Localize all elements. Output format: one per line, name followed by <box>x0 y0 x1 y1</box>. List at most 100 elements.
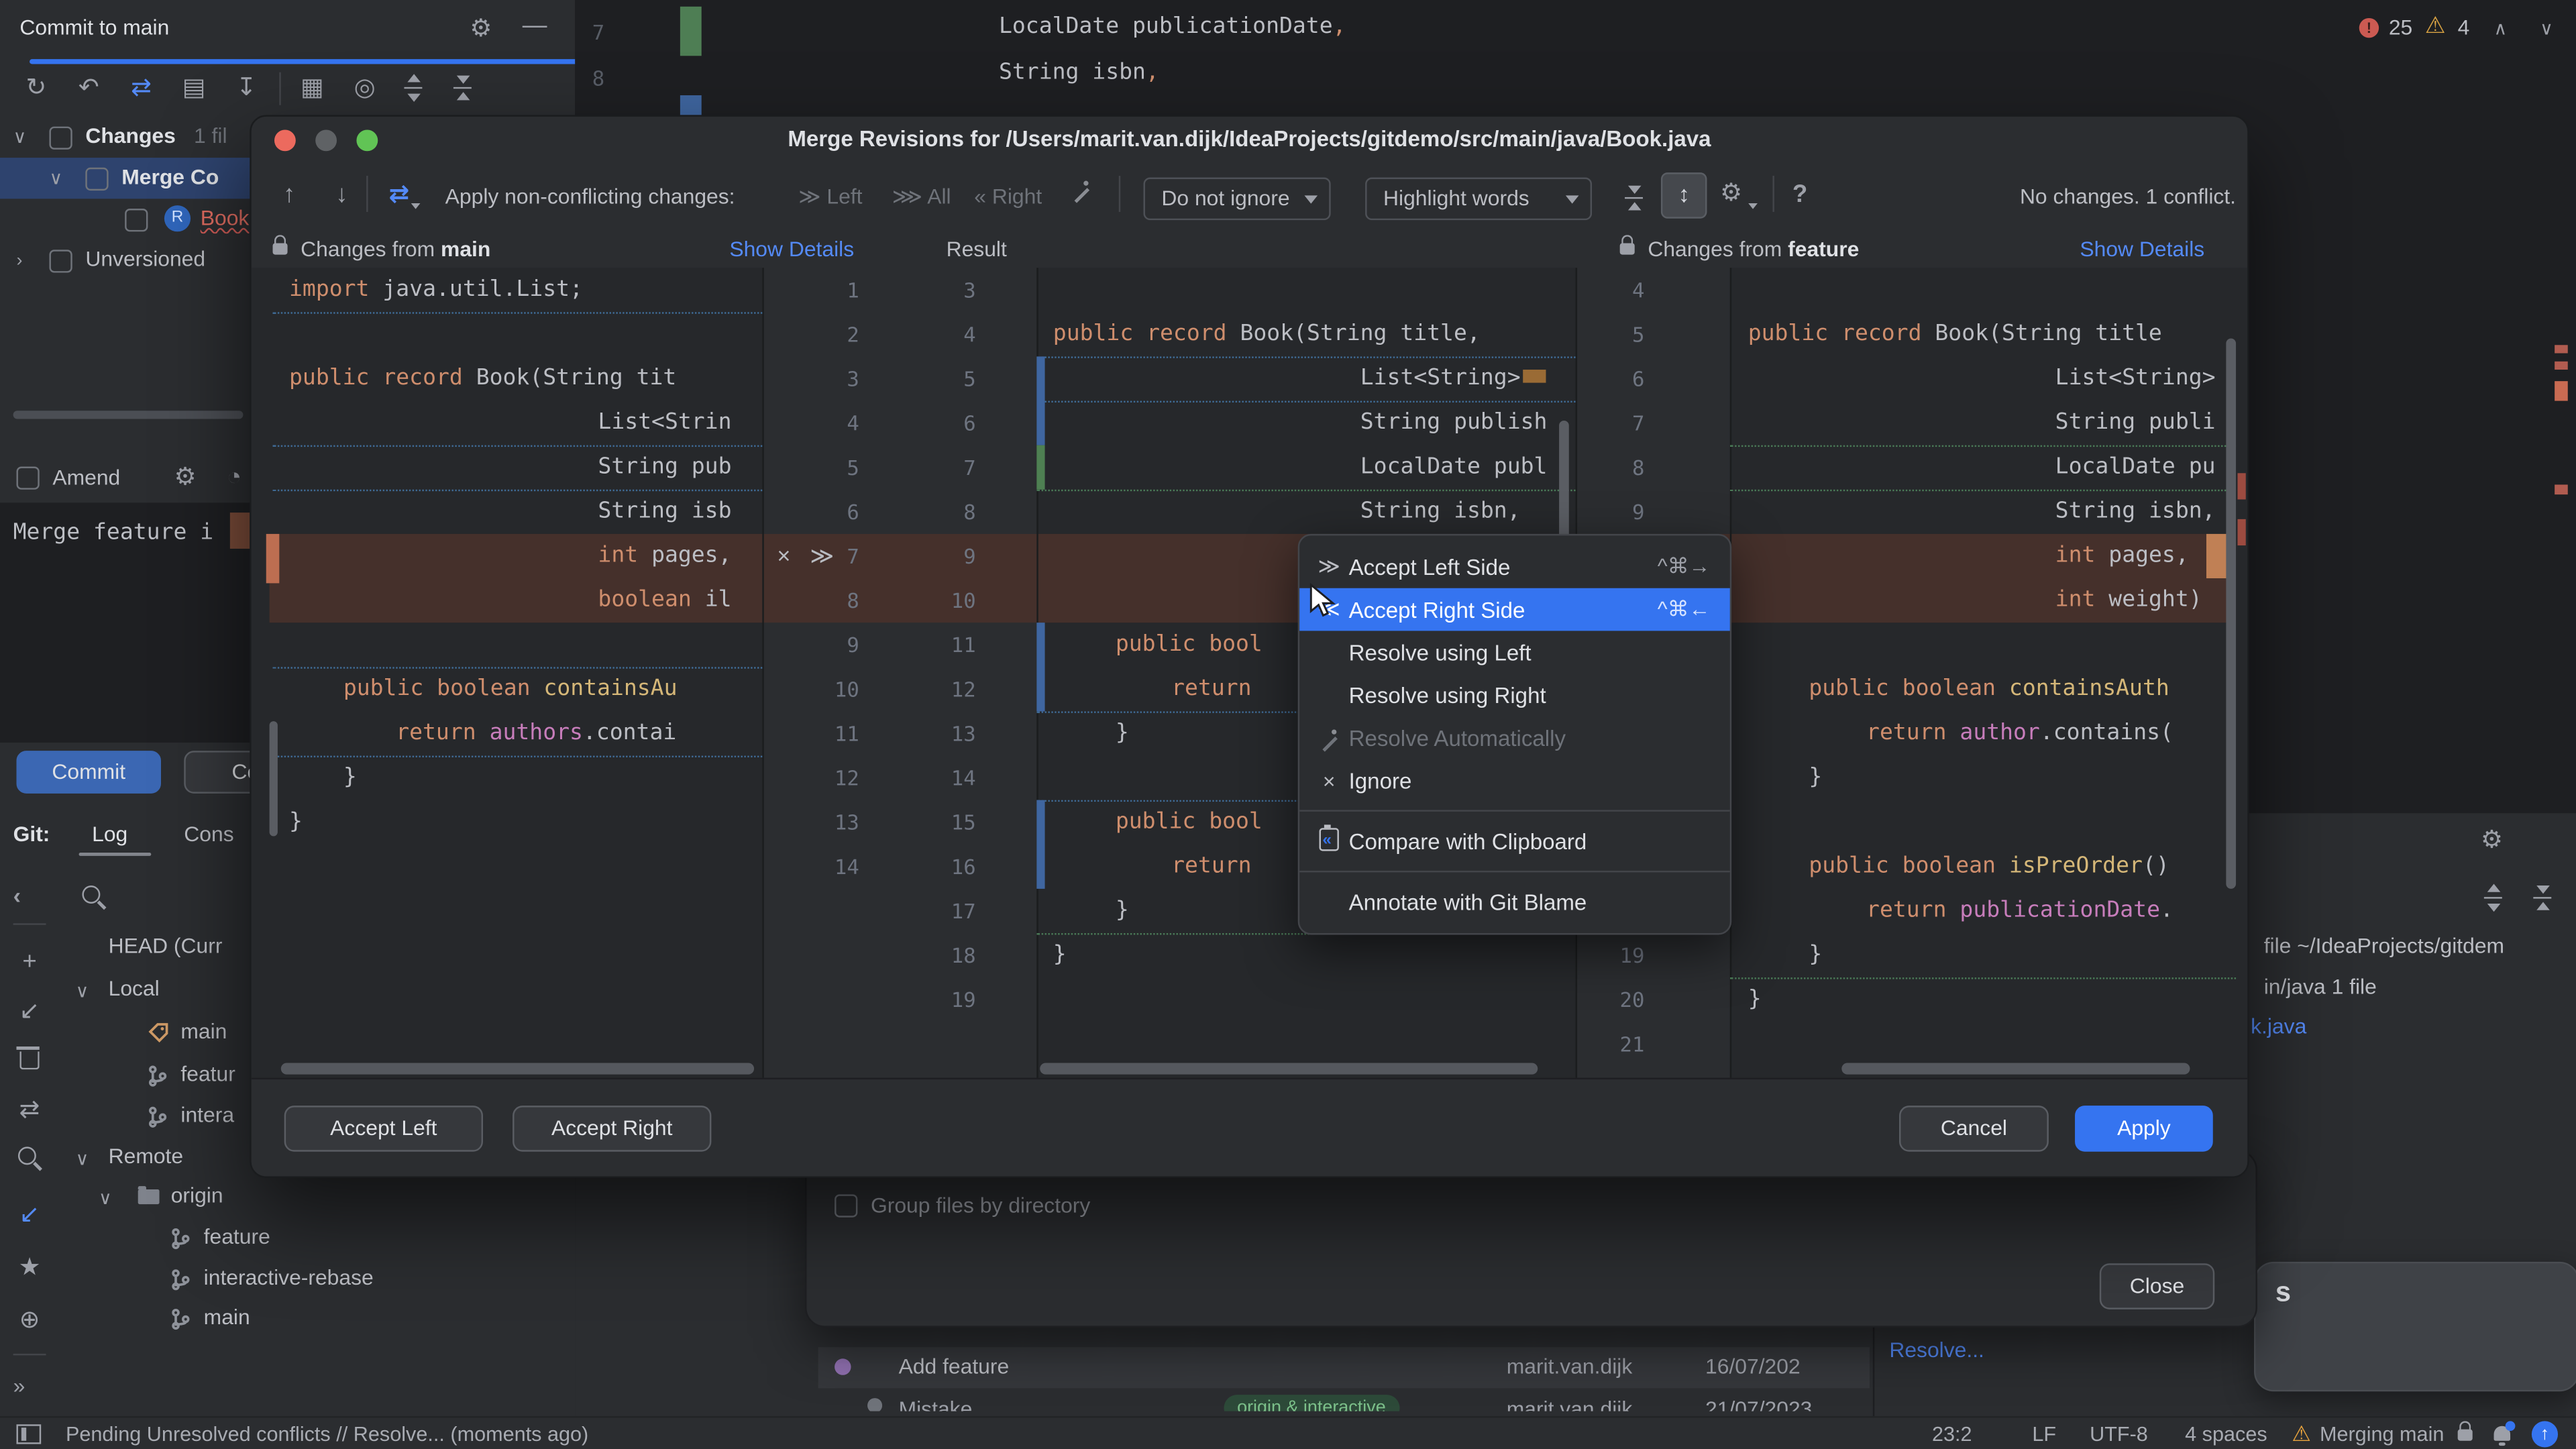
back-icon[interactable]: ‹ <box>13 879 21 912</box>
commit-details-file-link[interactable]: k.java <box>2251 1014 2306 1038</box>
tab-log[interactable]: Log <box>92 821 127 846</box>
resolve-link[interactable]: Resolve... <box>1889 1337 1984 1362</box>
apply-button[interactable]: Apply <box>2075 1106 2213 1152</box>
menu-item-resolve-using-right[interactable]: Resolve using Right <box>1299 674 1730 716</box>
caret-position[interactable]: 23:2 <box>1932 1423 1972 1446</box>
chevron-down-icon[interactable]: ∨ <box>2540 13 2553 46</box>
history-icon[interactable]: ◔ <box>227 462 241 494</box>
warning-count[interactable]: 4 <box>2458 15 2470 40</box>
refresh-icon[interactable]: ↻ <box>19 72 52 105</box>
group-by-icon[interactable]: ▦ <box>296 72 329 105</box>
branch-tree-row[interactable]: feature <box>0 1221 575 1260</box>
collapse-all-icon[interactable] <box>453 75 473 101</box>
branch-tree-row[interactable]: interactive-rebase <box>0 1262 575 1301</box>
apply-conflict-icon[interactable]: ≫ <box>810 534 834 578</box>
apply-right-button[interactable]: « Right <box>974 184 1042 209</box>
collapse-unchanged-icon[interactable] <box>1625 185 1644 211</box>
next-change-icon[interactable]: ↓ <box>325 179 358 212</box>
chevron-down-icon[interactable]: ∨ <box>76 976 89 1009</box>
checkbox[interactable] <box>49 250 72 273</box>
tab-console[interactable]: Cons <box>184 821 233 846</box>
ignore-policy-combo[interactable]: Do not ignore <box>1143 177 1331 221</box>
right-pane[interactable]: public record Book(String title List<Stri… <box>1730 268 2236 1077</box>
help-icon[interactable]: ? <box>1792 179 1807 212</box>
apply-all-button[interactable]: ⋙ All <box>892 184 951 210</box>
lock-icon[interactable] <box>2457 1421 2473 1441</box>
magic-wand-icon[interactable] <box>1074 188 1089 203</box>
scrollbar[interactable] <box>1841 1063 2190 1075</box>
left-pane[interactable]: import java.util.List; public record Book… <box>273 268 763 1077</box>
left-show-details-link[interactable]: Show Details <box>729 237 854 262</box>
more-icon[interactable]: » <box>13 1370 25 1403</box>
collapse-all-icon[interactable] <box>2533 885 2553 910</box>
push-icon[interactable]: ↑ <box>2531 1421 2559 1448</box>
scrollbar[interactable] <box>280 1063 755 1075</box>
checkbox[interactable] <box>49 126 72 150</box>
scrollbar[interactable] <box>2226 338 2237 889</box>
hide-icon[interactable]: — <box>523 10 547 43</box>
notification-balloon[interactable]: s <box>2254 1261 2576 1392</box>
expand-all-icon[interactable] <box>2483 883 2504 912</box>
menu-separator <box>1299 810 1730 812</box>
download-icon[interactable]: ↧ <box>230 72 263 105</box>
gear-icon[interactable]: ⚙ <box>2481 824 2503 857</box>
prev-change-icon[interactable]: ↑ <box>273 179 306 212</box>
search-icon[interactable] <box>82 885 101 904</box>
menu-item-accept-right-side[interactable]: ≪ Accept Right Side ^⌘← <box>1299 588 1730 631</box>
line-ending-indicator[interactable]: LF <box>2032 1423 2056 1446</box>
menu-item-annotate-with-git-blame[interactable]: Annotate with Git Blame <box>1299 881 1730 924</box>
encoding-indicator[interactable]: UTF-8 <box>2090 1423 2148 1446</box>
gear-icon[interactable]: ⚙ <box>174 462 197 494</box>
indent-indicator[interactable]: 4 spaces <box>2185 1423 2267 1446</box>
expand-all-icon[interactable] <box>404 74 423 102</box>
commit-button[interactable]: Commit <box>16 751 162 794</box>
notifications-icon[interactable] <box>2493 1421 2516 1446</box>
line-number: 10 <box>951 588 976 613</box>
group-files-checkbox[interactable] <box>835 1194 858 1218</box>
gear-icon[interactable]: ⚙ <box>1720 177 1742 210</box>
menu-item-accept-left-side[interactable]: ≫ Accept Left Side ^⌘→ <box>1299 545 1730 588</box>
git-branch-indicator[interactable]: Merging main <box>2320 1423 2444 1446</box>
right-show-details-link[interactable]: Show Details <box>2080 237 2204 262</box>
gear-icon[interactable]: ⚙ <box>470 13 492 46</box>
menu-item-ignore[interactable]: × Ignore <box>1299 759 1730 802</box>
apply-left-button[interactable]: ≫ Left <box>798 184 862 210</box>
rollback-icon[interactable]: ↶ <box>72 72 105 105</box>
amend-checkbox[interactable] <box>16 466 40 490</box>
close-button[interactable]: Close <box>2099 1263 2215 1309</box>
status-message[interactable]: Pending Unresolved conflicts // Resolve.… <box>66 1423 588 1446</box>
scrollbar[interactable] <box>269 721 278 837</box>
log-row[interactable]: Add feature marit.van.dijk 16/07/202 <box>818 1347 1870 1389</box>
warning-icon[interactable]: ⚠ <box>2425 11 2446 40</box>
menu-item-compare-with-clipboard[interactable]: Compare with Clipboard <box>1299 820 1730 863</box>
shelve-icon[interactable]: ⇄ <box>125 72 158 105</box>
chevron-down-icon[interactable]: ∨ <box>49 162 62 195</box>
ignore-conflict-icon[interactable]: × <box>777 534 790 578</box>
cancel-button[interactable]: Cancel <box>1899 1106 2049 1152</box>
log-row[interactable]: Mistake origin & interactive marit.van.d… <box>818 1393 1870 1411</box>
chevron-down-icon[interactable]: ∨ <box>13 121 27 154</box>
branch-tree-row[interactable]: ∨ origin <box>0 1179 575 1219</box>
lock-icon <box>272 235 288 255</box>
scrollbar[interactable] <box>13 411 244 419</box>
error-count-icon[interactable]: ! <box>2359 17 2379 38</box>
chevron-up-icon[interactable]: ∧ <box>2494 13 2508 46</box>
tool-window-title[interactable]: Commit to main <box>19 15 169 40</box>
diff-icon[interactable]: ▤ <box>177 72 210 105</box>
chevron-right-icon[interactable]: › <box>16 245 22 278</box>
balloon-text: s <box>2275 1276 2292 1308</box>
tool-window-layout-icon[interactable] <box>16 1424 42 1444</box>
target-icon[interactable]: ◎ <box>348 72 381 105</box>
checkbox[interactable] <box>85 167 109 191</box>
scrollbar[interactable] <box>1040 1063 1538 1075</box>
chevron-down-icon[interactable]: ∨ <box>99 1183 112 1216</box>
error-count[interactable]: 25 <box>2389 15 2412 40</box>
menu-item-resolve-using-left[interactable]: Resolve using Left <box>1299 631 1730 674</box>
sync-scroll-toggle[interactable]: ↕ <box>1660 172 1707 219</box>
highlight-policy-combo[interactable]: Highlight words <box>1365 177 1593 221</box>
chevron-down-icon[interactable]: ∨ <box>76 1143 89 1176</box>
accept-right-button[interactable]: Accept Right <box>513 1106 712 1152</box>
accept-left-button[interactable]: Accept Left <box>284 1106 484 1152</box>
branch-tree-row[interactable]: main <box>0 1301 575 1341</box>
checkbox[interactable] <box>125 209 148 232</box>
